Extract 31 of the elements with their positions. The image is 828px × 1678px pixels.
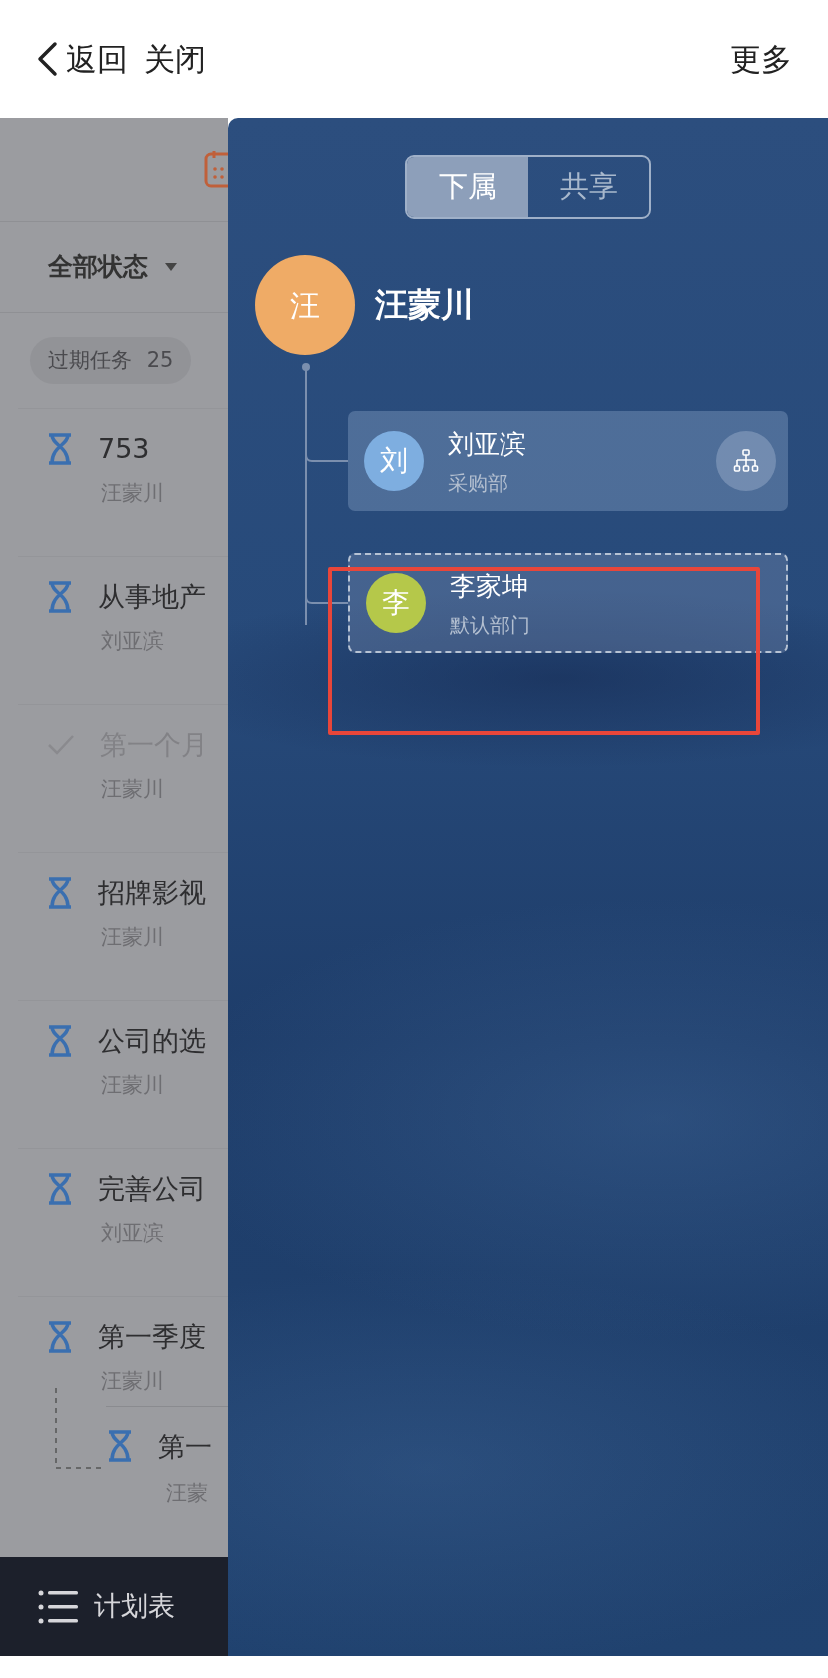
back-icon: [36, 41, 58, 77]
task-title: 招牌影视: [98, 876, 206, 910]
task-title: 公司的选: [98, 1024, 206, 1058]
task-title: 753: [98, 432, 150, 466]
more-button[interactable]: 更多: [730, 35, 792, 83]
back-button[interactable]: 返回: [36, 35, 128, 83]
member-card[interactable]: 刘 刘亚滨 采购部: [348, 411, 788, 511]
person-name: 汪蒙川: [375, 284, 474, 327]
overdue-count: 25: [146, 347, 174, 372]
overdue-chip[interactable]: 过期任务 25: [30, 336, 192, 385]
tab[interactable]: 共享: [528, 157, 649, 217]
org-chart-icon: [733, 449, 759, 473]
department-name: 采购部: [448, 469, 509, 497]
person-name: 李家坤: [450, 569, 529, 603]
list-icon: [38, 1588, 78, 1625]
schedule-label[interactable]: 计划表: [94, 1586, 175, 1627]
task-title: 第一: [158, 1429, 212, 1464]
status-filter[interactable]: 全部状态: [48, 248, 178, 286]
tab[interactable]: 下属: [407, 157, 528, 217]
task-title: 完善公司: [98, 1172, 206, 1206]
member-card[interactable]: 李 李家坤 默认部门: [348, 553, 788, 653]
department-name: 默认部门: [450, 611, 530, 639]
task-title: 从事地产: [98, 580, 206, 614]
person-name: 刘亚滨: [448, 427, 526, 461]
org-chart-button[interactable]: [716, 431, 776, 491]
avatar: 李: [366, 573, 426, 633]
avatar: 汪: [255, 255, 355, 355]
caret-icon: [164, 262, 178, 272]
avatar: 刘: [364, 431, 424, 491]
close-button[interactable]: 关闭: [144, 35, 206, 83]
task-title: 第一季度: [98, 1320, 206, 1354]
